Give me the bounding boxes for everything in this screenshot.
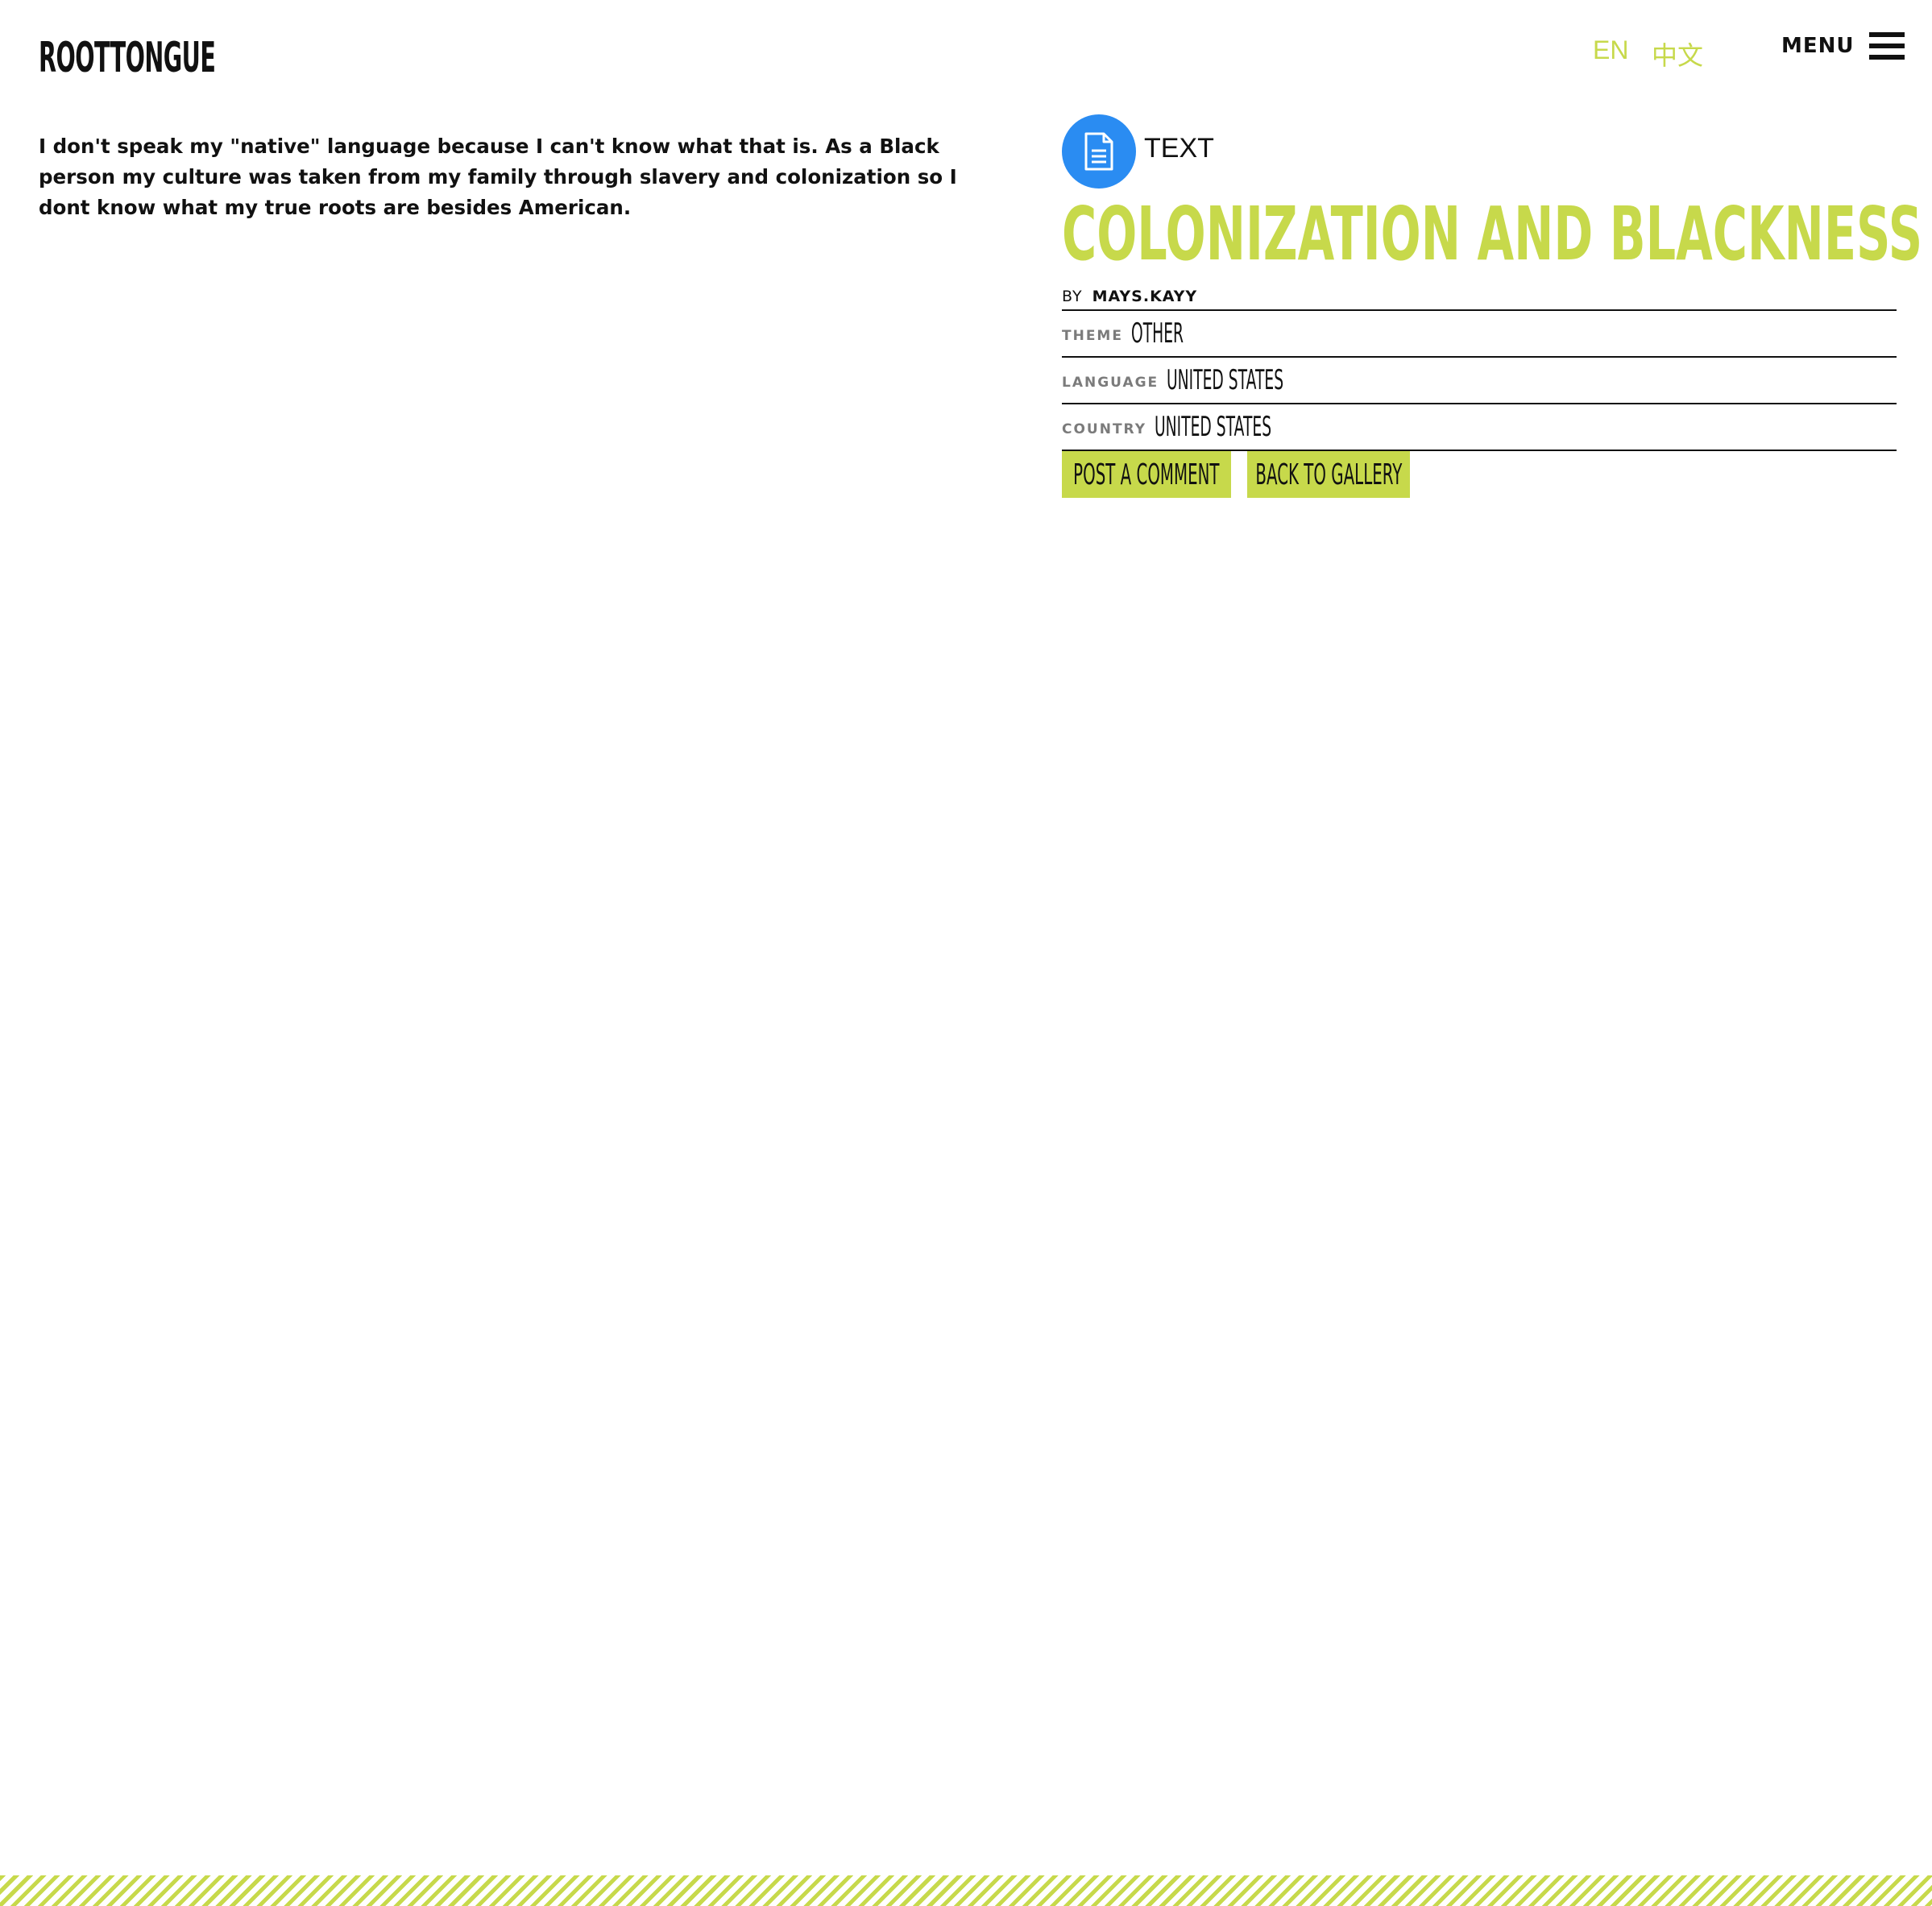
footer-stripe-divider <box>0 1875 1932 1906</box>
byline: BY MAYS.KAYY <box>1062 284 1897 309</box>
meta-value-language[interactable]: UNITED STATES <box>1167 364 1283 396</box>
menu-label: MENU <box>1781 34 1855 58</box>
language-en-link[interactable]: EN <box>1593 35 1628 65</box>
byline-label: BY <box>1062 288 1083 305</box>
meta-value-country[interactable]: UNITED STATES <box>1155 411 1271 443</box>
submission-type: TEXT <box>1062 114 1897 189</box>
meta-key-language: LANGUAGE <box>1062 375 1159 391</box>
submission-details: TEXT COLONIZATION AND BLACKNESS BY MAYS.… <box>1062 114 1923 498</box>
meta-row-theme: THEME OTHER <box>1062 309 1897 356</box>
meta-value-theme[interactable]: OTHER <box>1131 317 1184 350</box>
submission-title: COLONIZATION AND BLACKNESS <box>1062 191 1923 277</box>
author-link[interactable]: MAYS.KAYY <box>1092 288 1198 305</box>
document-icon <box>1062 114 1136 189</box>
back-to-gallery-button[interactable]: BACK TO GALLERY <box>1247 451 1410 498</box>
post-comment-button[interactable]: POST A COMMENT <box>1062 451 1231 498</box>
language-zh-link[interactable]: 中文 <box>1652 35 1703 73</box>
meta-row-language: LANGUAGE UNITED STATES <box>1062 356 1897 403</box>
menu-button[interactable]: MENU <box>1781 32 1905 60</box>
submission-type-label: TEXT <box>1144 132 1214 164</box>
meta-key-country: COUNTRY <box>1062 421 1147 437</box>
action-buttons: POST A COMMENT BACK TO GALLERY <box>1062 451 1897 498</box>
meta-key-theme: THEME <box>1062 328 1123 344</box>
meta-row-country: COUNTRY UNITED STATES <box>1062 403 1897 451</box>
submission-body: I don't speak my "native" language becau… <box>39 134 957 219</box>
site-logo[interactable]: ROOTTONGUE <box>39 35 216 81</box>
hamburger-icon <box>1868 32 1905 60</box>
back-to-gallery-label: BACK TO GALLERY <box>1255 458 1402 491</box>
post-comment-label: POST A COMMENT <box>1073 458 1220 491</box>
